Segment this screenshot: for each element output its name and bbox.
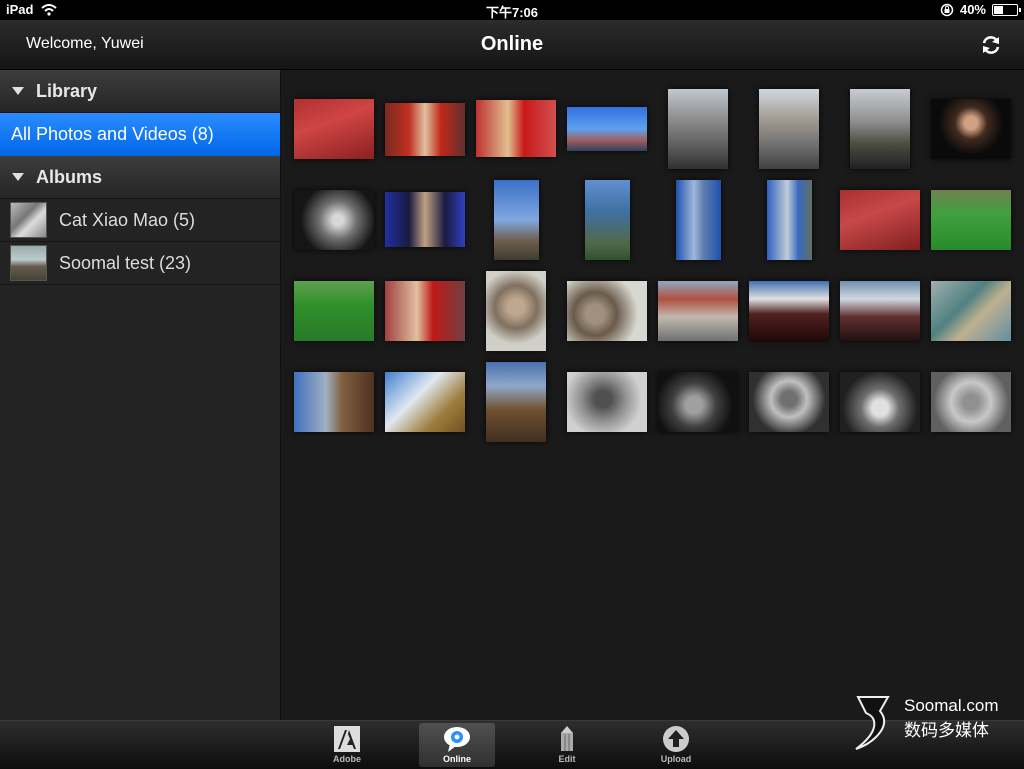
photo-thumbnail[interactable] [658,372,738,432]
photo-thumbnail[interactable] [294,372,374,432]
photo-thumbnail[interactable] [931,281,1011,341]
photo-thumbnail[interactable] [931,99,1011,159]
tab-label: Upload [660,754,692,764]
album-label: Soomal test (23) [59,252,192,273]
watermark-text: Soomal.com [904,696,999,715]
album-item-soomal-test[interactable]: Soomal test (23) [0,242,280,285]
all-photos-label: All Photos and Videos (8) [11,124,214,144]
soomal-logo-icon [855,696,890,750]
status-time: 下午7:06 [485,5,539,20]
watermark-text: 数码多媒体 [904,721,989,740]
photo-thumbnail[interactable] [494,180,539,260]
tab-label: Edit [558,754,576,764]
disclosure-triangle-icon [12,173,24,181]
lock-rotation-icon [940,3,954,16]
battery-icon [992,3,1021,16]
photo-thumbnail[interactable] [294,190,374,250]
photo-thumbnail[interactable] [840,372,920,432]
sidebar-item-all-photos[interactable]: All Photos and Videos (8) [0,113,280,156]
library-label: Library [36,80,98,101]
photo-thumbnail[interactable] [486,362,546,442]
tab-label: Adobe [333,754,361,764]
edit-icon [561,726,573,751]
sidebar: Library All Photos and Videos (8) Albums… [0,70,281,720]
header: Welcome, Yuwei Online [0,20,1024,70]
photo-thumbnail[interactable] [585,180,630,260]
photo-thumbnail[interactable] [668,89,728,169]
photo-thumbnail[interactable] [567,372,647,432]
photo-thumbnail[interactable] [486,271,546,351]
photo-thumbnail[interactable] [385,192,465,247]
photo-thumbnail[interactable] [385,103,465,156]
photo-thumbnail[interactable] [385,281,465,341]
photo-thumbnail[interactable] [294,281,374,341]
library-section-header[interactable]: Library [0,70,280,113]
photo-thumbnail[interactable] [767,180,812,260]
page-title: Online [480,33,544,55]
disclosure-triangle-icon [12,87,24,95]
photo-thumbnail[interactable] [749,372,829,432]
photo-thumbnail[interactable] [567,107,647,151]
status-bar: iPad 下午7:06 40% [0,0,1024,20]
photo-thumbnail[interactable] [931,190,1011,250]
tab-online[interactable]: Online [419,723,495,767]
upload-icon [663,726,689,752]
photo-thumbnail[interactable] [840,190,920,250]
tab-edit[interactable]: Edit [529,723,605,767]
albums-section-header[interactable]: Albums [0,156,280,199]
photo-thumbnail[interactable] [385,372,465,432]
photo-thumbnail[interactable] [749,281,829,341]
photo-thumbnail[interactable] [676,180,721,260]
album-thumbnail [10,245,47,281]
photo-thumbnail[interactable] [931,372,1011,432]
photo-thumbnail[interactable] [294,99,374,159]
photo-grid [281,70,1024,720]
photo-thumbnail[interactable] [759,89,819,169]
watermark: Soomal.com 数码多媒体 [850,693,1020,753]
tab-adobe[interactable]: Adobe [309,723,385,767]
refresh-icon[interactable] [978,32,1004,58]
tab-upload[interactable]: Upload [638,723,714,767]
photo-thumbnail[interactable] [850,89,910,169]
album-label: Cat Xiao Mao (5) [59,209,196,230]
online-icon [444,727,470,752]
adobe-icon [334,726,360,752]
photo-thumbnail[interactable] [567,281,647,341]
battery-percent: 40% [959,2,986,17]
albums-label: Albums [36,166,103,187]
photo-thumbnail[interactable] [658,281,738,341]
photo-thumbnail[interactable] [840,281,920,341]
album-thumbnail [10,202,47,238]
photo-thumbnail[interactable] [476,100,556,157]
album-item-cat-xiao-mao[interactable]: Cat Xiao Mao (5) [0,199,280,242]
tab-label: Online [442,754,471,764]
